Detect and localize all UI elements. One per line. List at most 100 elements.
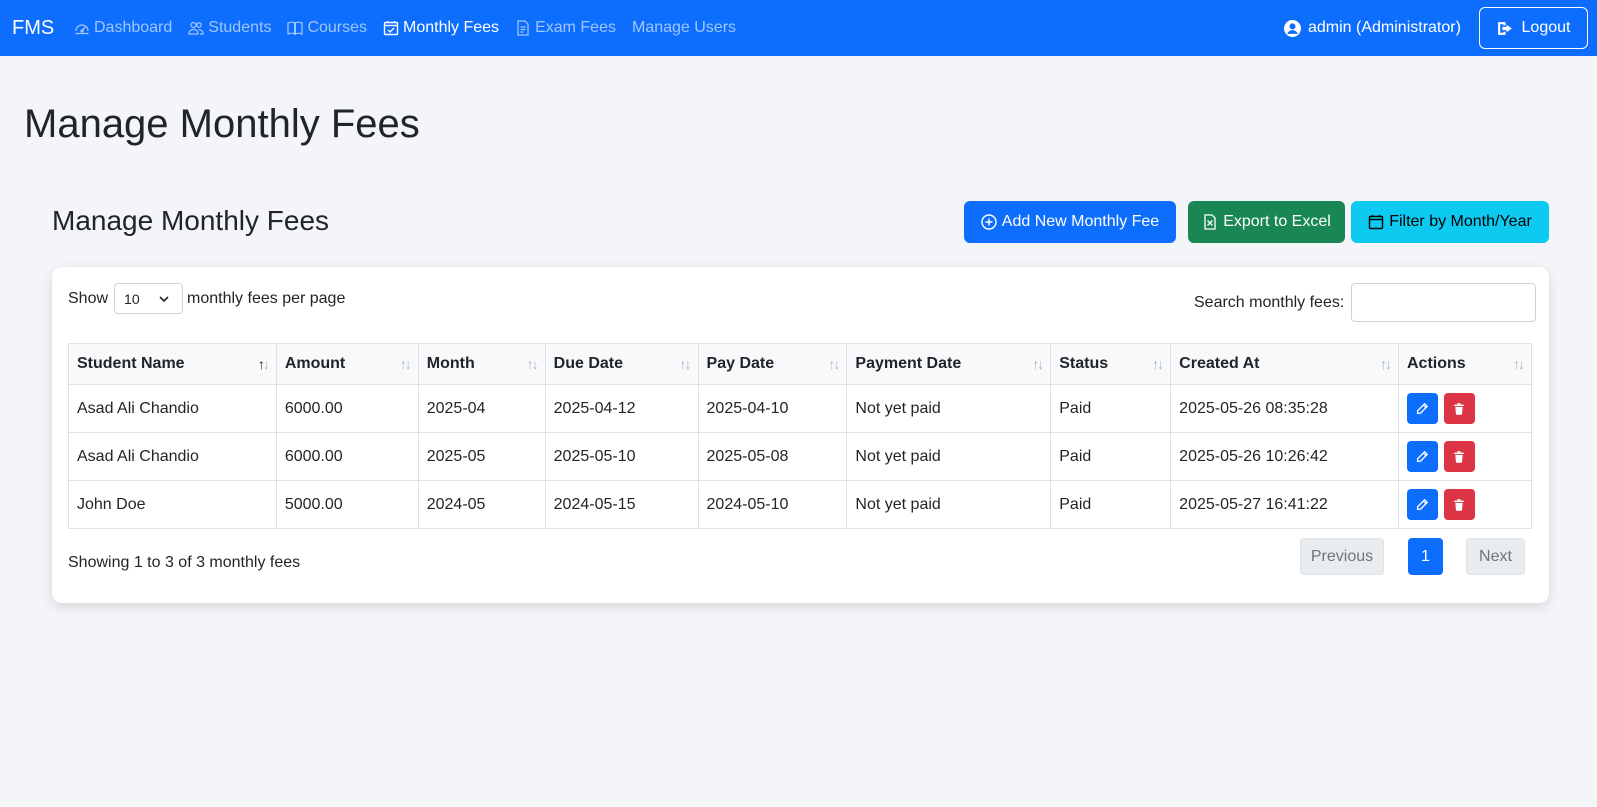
top-navbar: FMS Dashboard Students Courses Monthly F… [0,0,1597,56]
calendar-check-icon [383,21,399,36]
trash-icon [1454,450,1465,463]
column-label: Student Name [77,355,185,372]
sort-icon: ↑↓ [1152,356,1164,372]
column-label: Pay Date [706,355,775,372]
chevron-down-icon [159,295,169,302]
speedometer-icon [75,24,89,35]
sort-icon: ↑↓ [1379,356,1392,372]
cell-pay-date: 2024-05-10 [697,480,848,529]
cell-due-date: 2024-05-15 [544,480,699,529]
cell-due-date: 2025-05-10 [544,432,699,481]
column-header-student-name[interactable]: Student Name ↑↓ [68,343,277,385]
cell-status: Paid [1050,384,1172,433]
people-icon [188,21,204,35]
cell-student-name: Asad Ali Chandio [68,384,277,433]
trash-icon [1454,402,1465,415]
cell-pay-date: 2025-04-10 [697,384,848,433]
edit-button[interactable] [1406,441,1438,472]
column-label: Payment Date [855,355,962,372]
cell-created-at: 2025-05-27 16:41:22 [1170,480,1399,529]
column-label: Created At [1179,355,1260,372]
nav-manage-users[interactable]: Manage Users [632,17,736,39]
cell-status: Paid [1050,432,1172,481]
sort-icon: ↑↓ [828,356,840,372]
search-input[interactable] [1351,283,1537,322]
file-excel-icon [1204,214,1216,230]
export-excel-button[interactable]: Export to Excel [1188,201,1345,243]
next-page-button[interactable]: Next [1466,538,1525,575]
delete-button[interactable] [1443,489,1475,520]
logout-button[interactable]: Logout [1479,7,1588,49]
nav-monthly-fees[interactable]: Monthly Fees [383,17,499,39]
column-header-created-at[interactable]: Created At ↑↓ [1170,343,1399,385]
cell-actions [1397,432,1533,481]
column-header-actions[interactable]: Actions ↑↓ [1397,343,1533,385]
cell-month: 2025-04 [417,384,546,433]
nav-exam-fees[interactable]: Exam Fees [515,17,616,39]
monthly-fees-table: Student Name ↑↓ Amount ↑↓ Month ↑↓ Due Date… [68,343,1533,529]
logout-icon [1497,21,1512,35]
pencil-icon [1417,450,1429,462]
column-header-pay-date[interactable]: Pay Date ↑↓ [697,343,848,385]
delete-button[interactable] [1443,393,1475,424]
column-label: Status [1059,355,1109,372]
sort-icon: ↑↓ [526,356,539,372]
fees-table-card: Show 10 monthly fees per page Search mon… [52,267,1549,603]
edit-button[interactable] [1406,393,1438,424]
pencil-icon [1417,402,1429,414]
table-row: John Doe 5000.00 2024-05 2024-05-15 2024… [68,480,1533,529]
nav-dashboard[interactable]: Dashboard [74,17,172,39]
edit-button[interactable] [1406,489,1438,520]
table-header-row: Student Name ↑↓ Amount ↑↓ Month ↑↓ Due Date… [68,343,1533,385]
brand-logo[interactable]: FMS [12,16,54,40]
cell-amount: 5000.00 [275,480,419,529]
page-1-button[interactable]: 1 [1408,538,1443,575]
column-label: Actions [1406,355,1466,372]
nav-dashboard-label: Dashboard [94,19,173,36]
column-header-payment-date[interactable]: Payment Date ↑↓ [846,343,1052,385]
user-name: admin (Administrator) [1308,19,1461,36]
table-row: Asad Ali Chandio 6000.00 2025-05 2025-05… [68,432,1533,481]
per-page-label: monthly fees per page [187,289,346,307]
page-size-value: 10 [124,290,140,307]
book-icon [287,21,304,36]
filter-month-year-button[interactable]: Filter by Month/Year [1351,201,1549,243]
nav-exam-fees-label: Exam Fees [535,19,616,36]
trash-icon [1454,498,1465,511]
nav-monthly-fees-label: Monthly Fees [403,19,500,36]
column-header-status[interactable]: Status ↑↓ [1050,343,1172,385]
sort-icon: ↑↓ [679,356,692,372]
plus-circle-icon [981,214,997,230]
column-header-amount[interactable]: Amount ↑↓ [275,343,419,385]
cell-created-at: 2025-05-26 10:26:42 [1170,432,1399,481]
sort-icon: ↑↓ [399,356,412,372]
search-label: Search monthly fees: [1194,293,1345,311]
cell-amount: 6000.00 [275,432,419,481]
section-title: Manage Monthly Fees [52,205,330,236]
add-monthly-fee-button[interactable]: Add New Monthly Fee [964,201,1176,243]
cell-payment-date: Not yet paid [846,432,1052,481]
cell-actions [1397,384,1533,433]
delete-button[interactable] [1443,441,1475,472]
column-label: Month [426,355,475,372]
search-control: Search monthly fees: [1194,283,1537,322]
column-header-month[interactable]: Month ↑↓ [417,343,546,385]
user-circle-icon [1284,19,1301,37]
cell-student-name: Asad Ali Chandio [68,432,277,481]
page-length-control: Show 10 monthly fees per page [68,283,345,314]
cell-payment-date: Not yet paid [846,384,1052,433]
cell-student-name: John Doe [68,480,277,529]
column-header-due-date[interactable]: Due Date ↑↓ [544,343,699,385]
cell-due-date: 2025-04-12 [544,384,699,433]
previous-page-button[interactable]: Previous [1300,538,1384,575]
file-text-icon [517,20,529,36]
nav-courses[interactable]: Courses [287,17,367,39]
sort-icon: ↑↓ [1032,356,1044,372]
page-size-select[interactable]: 10 [114,283,184,314]
table-row: Asad Ali Chandio 6000.00 2025-04 2025-04… [68,384,1533,433]
cell-status: Paid [1050,480,1172,529]
nav-students[interactable]: Students [188,17,271,39]
sort-icon: ↑↓ [1513,356,1525,372]
nav-students-label: Students [208,19,272,36]
cell-amount: 6000.00 [275,384,419,433]
